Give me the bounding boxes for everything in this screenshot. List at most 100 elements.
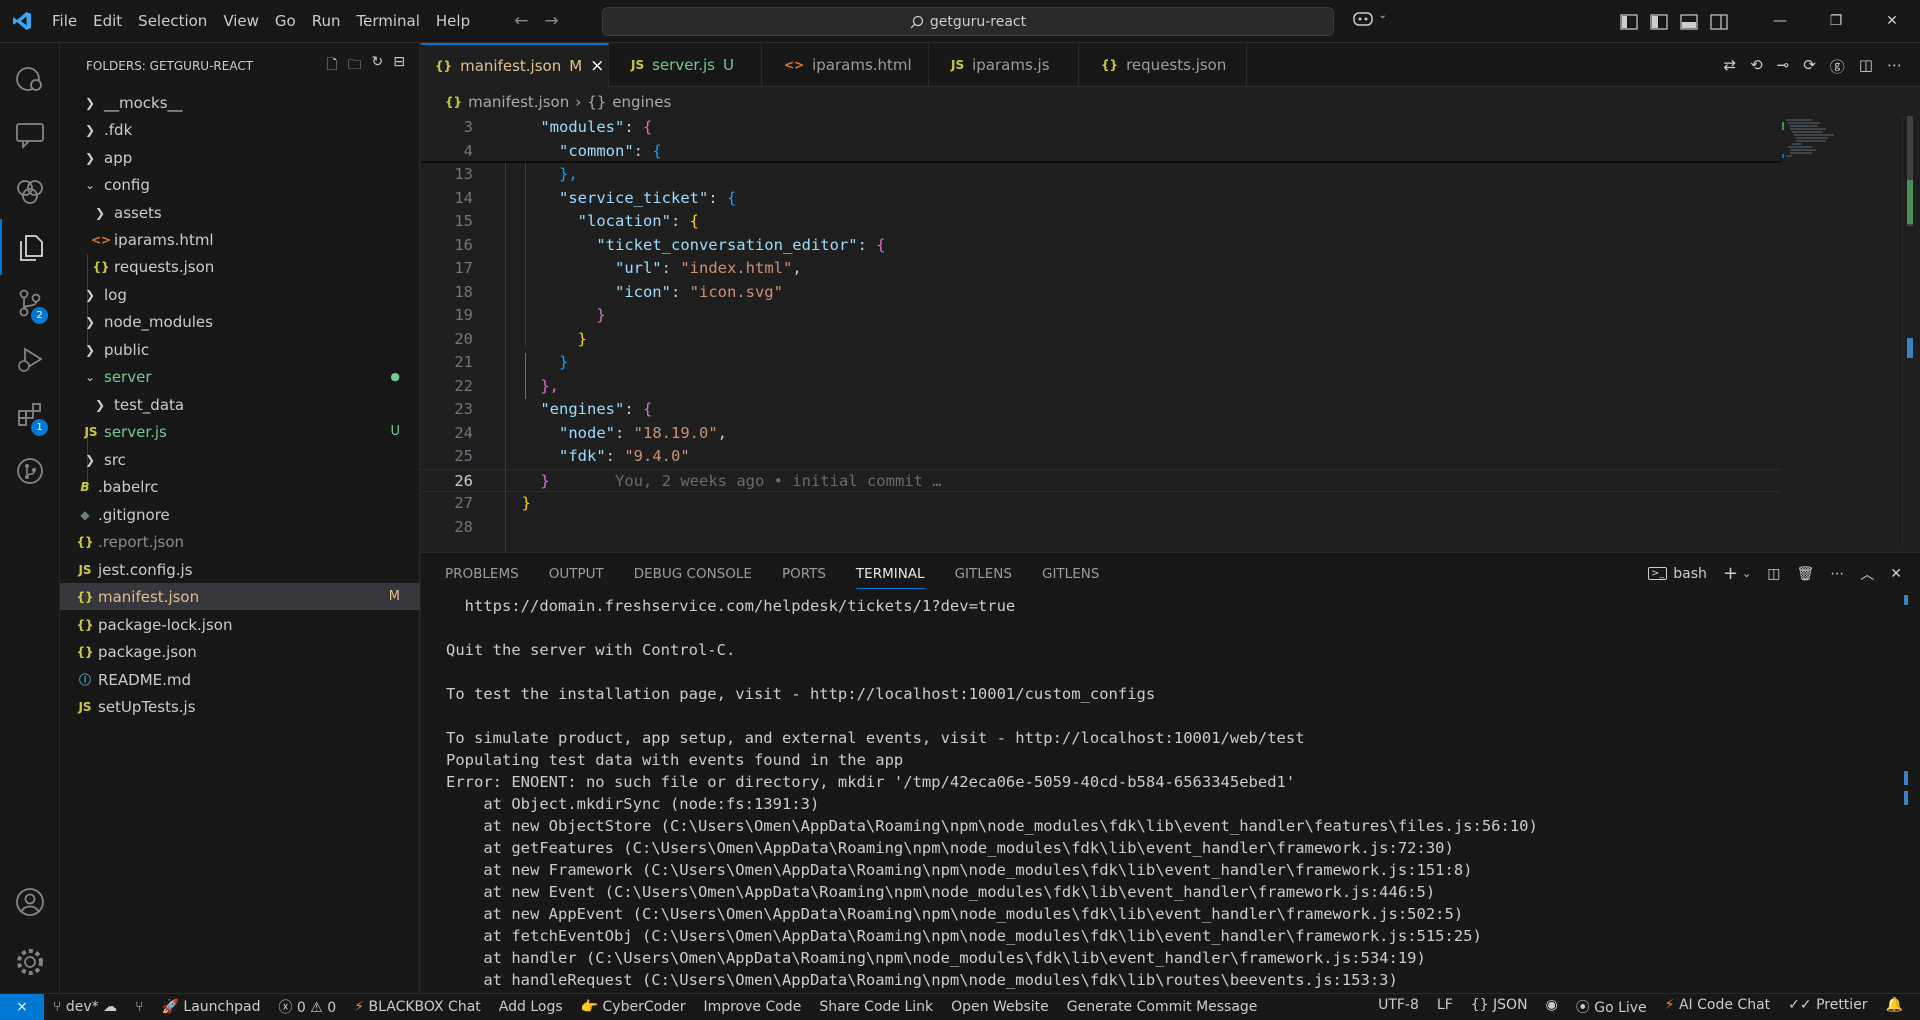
minimize-icon[interactable]: — bbox=[1752, 0, 1808, 43]
tree-file-setuptests[interactable]: JS setUpTests.js bbox=[60, 693, 420, 720]
tree-folder-node-modules[interactable]: ❯ node_modules bbox=[60, 308, 420, 335]
tree-folder-app[interactable]: ❯ app bbox=[60, 144, 420, 171]
tree-folder-assets[interactable]: ❯ assets bbox=[60, 199, 420, 226]
cybercoder-button[interactable]: 👉 CyberCoder bbox=[572, 999, 695, 1015]
forward-arrow-icon[interactable]: → bbox=[544, 11, 558, 31]
new-terminal-icon[interactable]: + bbox=[1723, 563, 1738, 584]
gitlens-icon[interactable] bbox=[0, 443, 60, 499]
close-window-icon[interactable]: ✕ bbox=[1864, 0, 1920, 43]
remote-explorer-icon[interactable] bbox=[0, 51, 60, 107]
tab-iparams-html[interactable]: <> iparams.html bbox=[762, 43, 929, 87]
menu-terminal[interactable]: Terminal bbox=[349, 0, 428, 43]
open-website-button[interactable]: Open Website bbox=[942, 999, 1058, 1015]
tree-file-gitignore[interactable]: ◆ .gitignore bbox=[60, 501, 420, 528]
trash-icon[interactable]: 🗑 bbox=[1796, 566, 1814, 582]
bell-icon[interactable]: 🔔 bbox=[1877, 997, 1912, 1017]
back-arrow-icon[interactable]: ← bbox=[514, 11, 528, 31]
more-actions-icon[interactable]: ⋯ bbox=[1887, 56, 1902, 77]
gitlens-graph-icon[interactable]: ⑂ bbox=[126, 999, 152, 1015]
close-icon[interactable]: × bbox=[590, 56, 604, 76]
ai-assistant-icon[interactable] bbox=[0, 163, 60, 219]
tab-iparams-js[interactable]: JS iparams.js bbox=[929, 43, 1079, 87]
tab-gitlens[interactable]: GITLENS bbox=[955, 566, 1012, 582]
tree-file-package-lock[interactable]: {} package-lock.json bbox=[60, 611, 420, 638]
tree-folder-test-data[interactable]: ❯ test_data bbox=[60, 391, 420, 418]
explorer-icon[interactable] bbox=[0, 219, 60, 275]
share-code-link-button[interactable]: Share Code Link bbox=[810, 999, 942, 1015]
generate-commit-message-button[interactable]: Generate Commit Message bbox=[1058, 999, 1267, 1015]
customize-layout-icon[interactable] bbox=[1620, 13, 1638, 30]
menu-go[interactable]: Go bbox=[267, 0, 304, 43]
chevron-down-icon[interactable]: ⌄ bbox=[1742, 567, 1751, 580]
tab-server-js[interactable]: JS server.js U bbox=[609, 43, 762, 87]
sync-icon[interactable]: ☁ bbox=[103, 999, 117, 1015]
command-center-search[interactable]: getguru-react bbox=[602, 7, 1334, 36]
launchpad-button[interactable]: 🚀 Launchpad bbox=[153, 999, 270, 1015]
chevron-down-icon[interactable]: ⌄ bbox=[1378, 10, 1386, 21]
split-editor-icon[interactable]: ◫ bbox=[1859, 56, 1873, 77]
extensions-icon[interactable]: 1 bbox=[0, 387, 60, 443]
tab-requests-json[interactable]: {} requests.json bbox=[1079, 43, 1247, 87]
gear-icon[interactable] bbox=[0, 934, 60, 990]
tree-file-report-json[interactable]: {} .report.json bbox=[60, 528, 420, 555]
tree-file-manifest-json[interactable]: {} manifest.json M bbox=[60, 583, 420, 610]
tab-manifest-json[interactable]: {} manifest.json M × bbox=[421, 43, 609, 87]
tree-file-requests-json[interactable]: {} requests.json bbox=[60, 253, 420, 280]
tree-file-jest-config[interactable]: JS jest.config.js bbox=[60, 556, 420, 583]
open-changes-icon[interactable]: ⇄ bbox=[1723, 56, 1736, 77]
chat-icon[interactable] bbox=[0, 107, 60, 163]
tree-folder-fdk[interactable]: ❯ .fdk bbox=[60, 116, 420, 143]
maximize-panel-icon[interactable]: ︿ bbox=[1860, 564, 1874, 584]
gitlens-inspect-icon[interactable]: ⓖ bbox=[1830, 56, 1845, 77]
editor-scrollbar[interactable] bbox=[1902, 116, 1920, 546]
code-editor[interactable]: 3 "modules": { 4 "common": { 13 }, 14 "s… bbox=[421, 116, 1781, 557]
terminal-output[interactable]: https://domain.freshservice.com/helpdesk… bbox=[446, 595, 1886, 990]
collapse-all-icon[interactable]: ⊟ bbox=[393, 54, 405, 78]
improve-code-button[interactable]: Improve Code bbox=[694, 999, 810, 1015]
menu-view[interactable]: View bbox=[215, 0, 267, 43]
tree-file-server-js[interactable]: JS server.js U bbox=[60, 418, 420, 445]
next-change-icon[interactable]: ⟳ bbox=[1803, 56, 1816, 77]
menu-selection[interactable]: Selection bbox=[130, 0, 215, 43]
scrollbar-thumb[interactable] bbox=[1907, 116, 1913, 226]
tree-folder-public[interactable]: ❯ public bbox=[60, 336, 420, 363]
tab-output[interactable]: OUTPUT bbox=[549, 566, 604, 582]
menu-help[interactable]: Help bbox=[428, 0, 478, 43]
previous-change-icon[interactable]: ⟲ bbox=[1750, 56, 1763, 77]
new-folder-icon[interactable]: 🗀 bbox=[348, 54, 362, 78]
encoding-indicator[interactable]: UTF-8 bbox=[1369, 997, 1428, 1017]
remote-indicator-icon[interactable]: ⨯ bbox=[0, 993, 44, 1020]
tree-folder-log[interactable]: ❯ log bbox=[60, 281, 420, 308]
terminal-shell-selector[interactable]: >_ bash bbox=[1647, 566, 1707, 582]
toggle-panel-icon[interactable] bbox=[1680, 13, 1698, 30]
minimap[interactable] bbox=[1782, 116, 1902, 546]
tab-terminal[interactable]: TERMINAL bbox=[855, 566, 925, 589]
new-file-icon[interactable]: 🗋 bbox=[326, 54, 337, 78]
split-terminal-icon[interactable]: ◫ bbox=[1767, 566, 1780, 582]
account-icon[interactable] bbox=[0, 874, 60, 930]
blackbox-chat-button[interactable]: ⚡ BLACKBOX Chat bbox=[345, 999, 490, 1015]
run-debug-icon[interactable] bbox=[0, 331, 60, 387]
tree-file-package-json[interactable]: {} package.json bbox=[60, 638, 420, 665]
refresh-icon[interactable]: ↻ bbox=[372, 54, 384, 78]
ai-code-chat-button[interactable]: ⚡ AI Code Chat bbox=[1656, 997, 1779, 1017]
eol-indicator[interactable]: LF bbox=[1428, 997, 1462, 1017]
source-control-icon[interactable]: 2 bbox=[0, 275, 60, 331]
copilot-status-icon[interactable]: ◉ bbox=[1537, 997, 1567, 1017]
tree-file-iparams-html[interactable]: <> iparams.html bbox=[60, 226, 420, 253]
commit-icon[interactable]: ⊸ bbox=[1777, 56, 1790, 77]
tab-problems[interactable]: PROBLEMS bbox=[445, 566, 519, 582]
problems-indicator[interactable]: ⓧ 0 ⚠ 0 bbox=[269, 997, 345, 1017]
more-actions-icon[interactable]: ⋯ bbox=[1830, 566, 1844, 582]
git-branch[interactable]: ⑂ dev* ☁ bbox=[44, 999, 126, 1015]
breadcrumb-file[interactable]: manifest.json bbox=[468, 93, 569, 111]
go-live-button[interactable]: ⦿ Go Live bbox=[1567, 997, 1656, 1017]
copilot-icon[interactable]: ⌄ bbox=[1352, 10, 1387, 32]
tree-folder-src[interactable]: ❯ src bbox=[60, 446, 420, 473]
language-mode[interactable]: {} JSON bbox=[1462, 997, 1537, 1017]
tree-folder-mocks[interactable]: ❯ __mocks__ bbox=[60, 89, 420, 116]
tree-file-babelrc[interactable]: B .babelrc bbox=[60, 473, 420, 500]
menu-file[interactable]: File bbox=[44, 0, 85, 43]
close-panel-icon[interactable]: ✕ bbox=[1890, 566, 1902, 582]
toggle-primary-sidebar-icon[interactable] bbox=[1650, 13, 1668, 30]
